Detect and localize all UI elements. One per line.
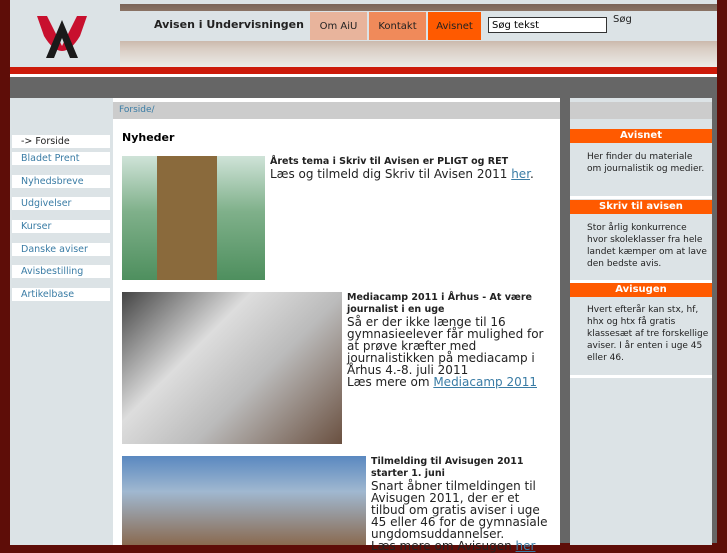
page-title: Nyheder	[122, 131, 175, 144]
box-text-avisugen: Hvert efterår kan stx, hf, hhx og htx få…	[587, 305, 709, 363]
box-title-avisnet[interactable]: Avisnet	[570, 129, 712, 143]
divider	[570, 196, 712, 199]
article-more: Læs mere om Avisugen	[371, 539, 516, 553]
article-body: Snart åbner tilmeldingen til Avisugen 20…	[371, 479, 548, 541]
box-text-skriv-til-avisen: Stor årlig konkurrence hvor skoleklasser…	[587, 223, 707, 269]
sidebar-item-bladet-prent[interactable]: Bladet Prent	[12, 152, 110, 165]
article-3: Tilmelding til Avisugen 2011 starter 1. …	[371, 456, 553, 552]
sidebar-item-udgivelser[interactable]: Udgivelser	[12, 197, 110, 210]
article-body-tail: .	[530, 167, 534, 181]
red-divider	[10, 67, 717, 74]
article-link[interactable]: her	[511, 167, 530, 181]
nav-kontakt[interactable]: Kontakt	[369, 12, 426, 40]
sidebar-item-kurser[interactable]: Kurser	[12, 220, 110, 233]
breadcrumb-forside[interactable]: Forside/	[119, 105, 155, 115]
sidebar-item-artikelbase[interactable]: Artikelbase	[12, 288, 110, 301]
box-title-avisugen[interactable]: Avisugen	[570, 283, 712, 297]
article-image-mediacamp[interactable]	[122, 292, 342, 444]
nav-avisnet[interactable]: Avisnet	[428, 12, 481, 40]
box-title-skriv-til-avisen[interactable]: Skriv til avisen	[570, 200, 712, 214]
article-title[interactable]: Mediacamp 2011 i Århus - At være journal…	[347, 292, 552, 316]
article-link[interactable]: her	[516, 539, 536, 553]
article-2: Mediacamp 2011 i Århus - At være journal…	[347, 292, 552, 388]
article-title[interactable]: Tilmelding til Avisugen 2011 starter 1. …	[371, 456, 553, 480]
breadcrumb[interactable]: Forside/	[113, 102, 560, 119]
article-1: Årets tema i Skriv til Avisen er PLIGT o…	[270, 156, 550, 180]
box-text-avisnet: Her finder du materiale om journalistik …	[587, 152, 705, 174]
search-input[interactable]	[488, 17, 607, 33]
search-button[interactable]: Søg	[613, 13, 632, 27]
article-image-avisugen[interactable]	[122, 456, 366, 545]
article-image-tree[interactable]	[122, 156, 265, 280]
sidebar-item-nyhedsbreve[interactable]: Nyhedsbreve	[12, 175, 110, 188]
sidebar-item-forside[interactable]: -> Forside	[12, 135, 110, 148]
article-more: Læs mere om	[347, 375, 434, 389]
sidebar-item-danske-aviser[interactable]: Danske aviser	[12, 243, 110, 256]
article-body: Læs og tilmeld dig Skriv til Avisen 2011	[270, 167, 512, 181]
site-name: Avisen i Undervisningen	[154, 18, 304, 31]
logo[interactable]	[10, 6, 120, 66]
article-link[interactable]: Mediacamp 2011	[433, 375, 537, 389]
sidebar	[10, 98, 113, 545]
divider	[570, 375, 712, 378]
nav-om-aiu[interactable]: Om AiU	[310, 12, 367, 40]
article-body: Så er der ikke længe til 16 gymnasieelev…	[347, 315, 544, 377]
right-header-bar	[570, 102, 712, 119]
sidebar-item-avisbestilling[interactable]: Avisbestilling	[12, 265, 110, 278]
